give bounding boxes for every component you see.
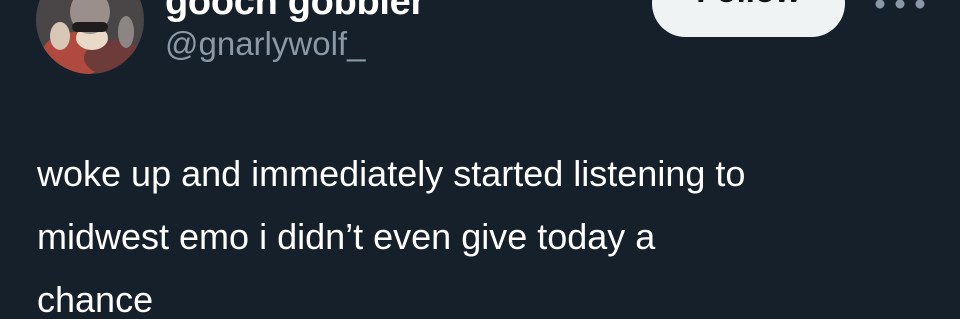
follow-button[interactable]: Follow — [652, 0, 845, 37]
tweet-text-line: chance — [37, 279, 154, 319]
display-name-text: gooch gobbler — [165, 0, 425, 23]
tweet-text-line: midwest emo i didn’t even give today a — [37, 216, 656, 257]
follow-button-label: Follow — [696, 0, 800, 24]
user-handle[interactable]: @gnarlywolf_ — [165, 25, 365, 63]
tweet-text: woke up and immediately started listenin… — [37, 142, 937, 319]
tweet-card: gooch gobblerTM @gnarlywolf_ Follow woke… — [0, 0, 960, 319]
avatar[interactable] — [36, 0, 144, 74]
tweet-text-line: woke up and immediately started listenin… — [37, 153, 746, 194]
display-name[interactable]: gooch gobblerTM — [165, 0, 445, 24]
avatar-image — [36, 0, 144, 74]
more-horizontal-icon[interactable] — [870, 0, 930, 12]
